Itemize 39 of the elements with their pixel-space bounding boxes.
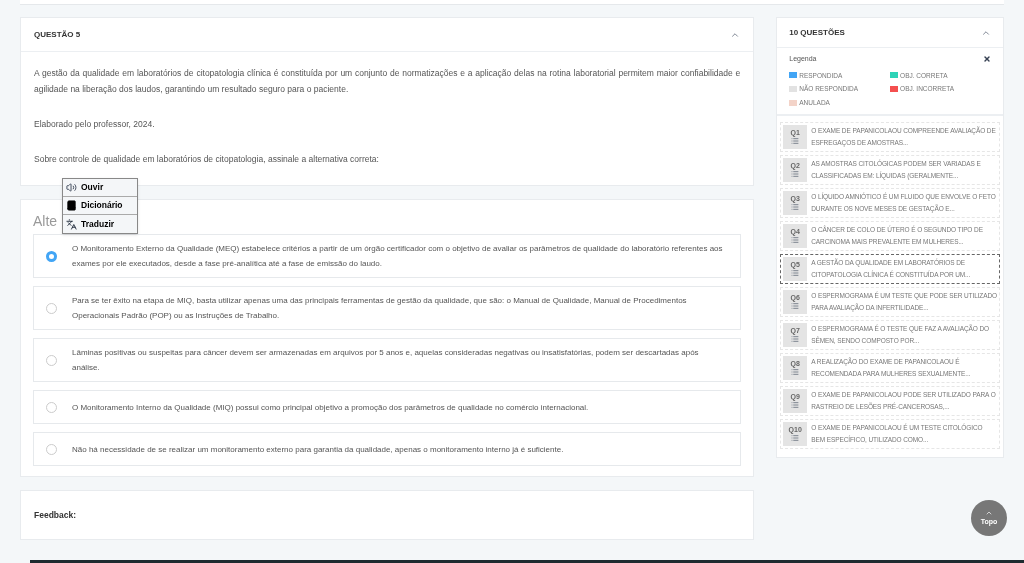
- menu-item[interactable]: Dicionário: [63, 197, 137, 215]
- menu-item[interactable]: Traduzir: [63, 215, 137, 233]
- radio-button[interactable]: [46, 250, 57, 262]
- alternative-option[interactable]: Não há necessidade de se realizar um monitoramento externo para garantia da qualidade, apenas o monitoramento interno já é suficiente.: [33, 432, 742, 466]
- list-icon: [791, 236, 800, 245]
- list-icon: [791, 203, 800, 212]
- list-icon: [791, 302, 800, 311]
- radio-button[interactable]: [46, 354, 57, 366]
- sidebar-title: 10 QUESTÕES: [789, 26, 845, 39]
- book-icon: [66, 200, 77, 211]
- question-text: A gestão da qualidade em laboratórios de citopatologia clínica é constituída por um conjunto de normatizações e a aplicação delas na rotina laboratorial permitem maior confiabilidade e agilidade na liberação dos laudos, garantindo um resultado seguro para o paciente.: [34, 67, 741, 96]
- alternative-text: O Monitoramento Interno da Qualidade (MIQ) possui como principal objetivo a promoção dos parâmetros de qualidade no comércio internacional.: [72, 401, 589, 414]
- alternative-option[interactable]: Lâminas positivas ou suspeitas para câncer devem ser armazenadas em arquivos por 5 anos e, aquelas consideradas negativas ou insatisfatórias, podem ser descartadas após análise.: [33, 338, 742, 382]
- list-icon: [791, 368, 800, 377]
- list-icon: [791, 137, 800, 146]
- radio-button[interactable]: [46, 302, 57, 314]
- close-icon[interactable]: [983, 55, 991, 64]
- alternative-text: Lâminas positivas ou suspeitas para câncer devem ser armazenadas em arquivos por 5 anos e, aquelas consideradas negativas ou insatisfatórias, podem ser descartadas após análise.: [72, 347, 700, 374]
- menu-item[interactable]: Ouvir: [63, 179, 137, 197]
- list-icon: [791, 170, 800, 179]
- question-text: Elaborado pelo professor, 2024.: [34, 118, 156, 131]
- speaker-icon: [66, 182, 77, 193]
- alternative-option[interactable]: [33, 286, 742, 330]
- question-title: QUESTÃO 5: [34, 28, 81, 41]
- radio-button[interactable]: [46, 401, 57, 413]
- alternative-option[interactable]: [33, 234, 742, 278]
- alternative-option[interactable]: O Monitoramento Interno da Qualidade (MIQ) possui como principal objetivo a promoção dos parâmetros de qualidade no comércio internacional.: [33, 390, 742, 424]
- list-icon: [791, 335, 800, 344]
- radio-button[interactable]: [46, 443, 57, 455]
- alternatives-heading: Alte: [33, 212, 58, 230]
- alternative-text: Para se ter êxito na etapa de MIQ, basta utilizar apenas uma das principais ferramentas de gestão da qualidade, que são: o Manual de Qualidade, Manual de Procedimentos Operacionais Padrão (POP) ou as Instruções de Trabalho.: [72, 295, 688, 322]
- alternative-text: O Monitoramento Externo da Qualidade (MEQ) estabelece critérios a partir de um órgão certificador com o objetivo de avaliar os parâmetros de qualidade do laboratório referentes aos exames por ele executados, desde a fase pré-analítica até a fase de emissão do laudo.: [72, 243, 724, 270]
- question-text: Sobre controle de qualidade em laboratórios de citopatologia, assinale a alternativa correta:: [34, 153, 380, 166]
- feedback-label: Feedback:: [34, 508, 77, 522]
- alternative-text: Não há necessidade de se realizar um monitoramento externo para garantia da qualidade, apenas o monitoramento interno já é suficiente.: [72, 443, 564, 456]
- list-icon: [791, 269, 800, 278]
- translate-icon: [66, 218, 77, 230]
- list-icon: [791, 434, 800, 443]
- list-icon: [791, 401, 800, 410]
